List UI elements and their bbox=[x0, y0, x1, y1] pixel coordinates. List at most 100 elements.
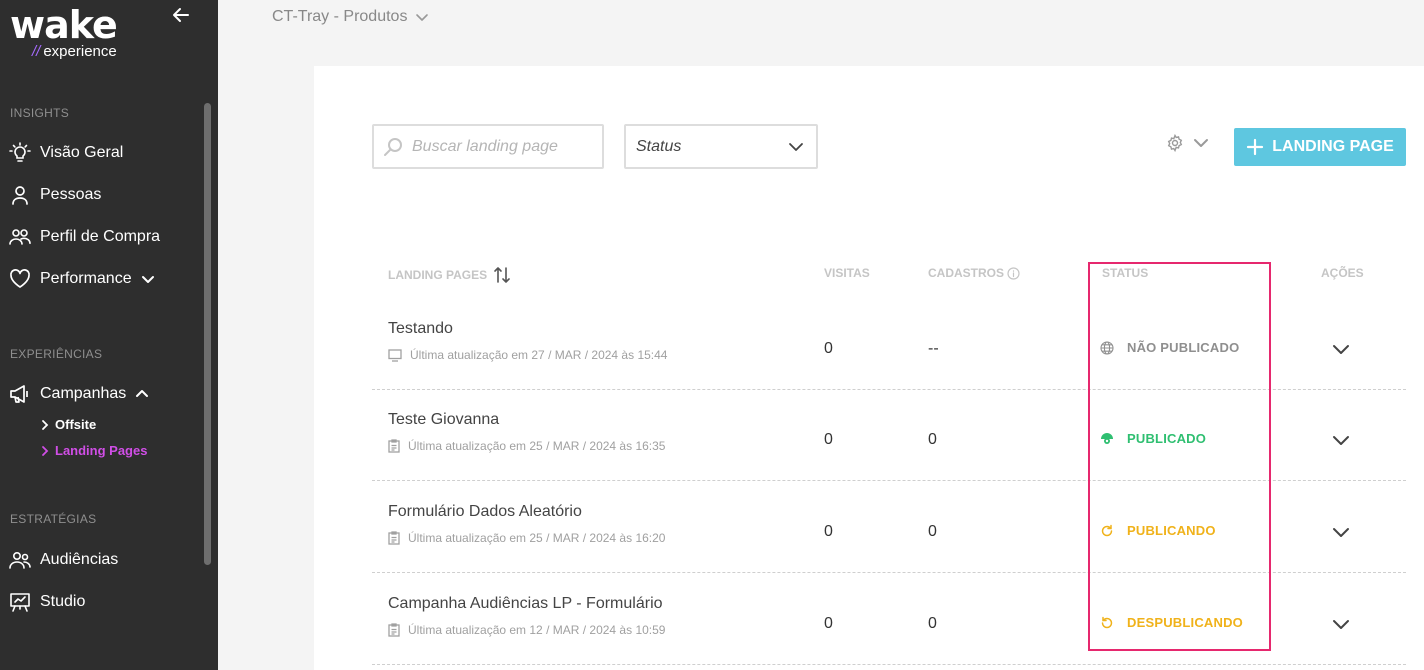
column-header-label: STATUS bbox=[1102, 266, 1149, 280]
gear-icon bbox=[1167, 134, 1183, 152]
sidebar-item-studio[interactable]: Studio bbox=[9, 589, 85, 615]
logo-subtitle-text: experience bbox=[43, 43, 117, 60]
status-text: DESPUBLICANDO bbox=[1127, 615, 1243, 630]
last-updated: Última atualização em 12 / MAR / 2024 às… bbox=[388, 623, 665, 637]
sidebar-item-visao-geral[interactable]: Visão Geral bbox=[9, 140, 123, 166]
info-icon[interactable] bbox=[1007, 266, 1020, 280]
settings-dropdown[interactable] bbox=[1166, 134, 1218, 152]
column-header-label: CADASTROS bbox=[928, 266, 1005, 280]
presentation-icon bbox=[9, 591, 31, 613]
status-badge: DESPUBLICANDO bbox=[1100, 615, 1243, 630]
landing-page-name[interactable]: Testando bbox=[388, 320, 453, 338]
sidebar-subitem-offsite[interactable]: Offsite bbox=[40, 417, 96, 432]
sidebar-item-audiencias[interactable]: Audiências bbox=[9, 547, 118, 573]
visits-value: 0 bbox=[824, 615, 833, 632]
signups-value: -- bbox=[928, 340, 939, 357]
landing-page-name[interactable]: Formulário Dados Aleatório bbox=[388, 503, 582, 521]
signups-value: 0 bbox=[928, 615, 937, 632]
sidebar-item-campanhas[interactable]: Campanhas bbox=[9, 381, 150, 407]
sidebar-subitem-label: Offsite bbox=[55, 417, 97, 432]
heart-icon bbox=[9, 268, 31, 290]
column-header-cadastros: CADASTROS bbox=[928, 266, 1020, 280]
megaphone-icon bbox=[9, 383, 31, 405]
landing-page-name[interactable]: Teste Giovanna bbox=[388, 411, 499, 429]
form-icon bbox=[388, 531, 400, 545]
plus-icon bbox=[1247, 138, 1264, 156]
sidebar-item-performance[interactable]: Performance bbox=[9, 266, 156, 292]
visits-value: 0 bbox=[824, 340, 833, 357]
expand-row-button[interactable] bbox=[1330, 521, 1352, 543]
column-header-acoes: AÇÕES bbox=[1321, 266, 1364, 280]
visits-value: 0 bbox=[824, 431, 833, 448]
last-updated-text: Última atualização em 25 / MAR / 2024 às… bbox=[408, 531, 666, 545]
sidebar-item-label: Studio bbox=[40, 593, 86, 610]
section-title-estrategias: ESTRATÉGIAS bbox=[10, 512, 97, 526]
chevron-up-icon bbox=[136, 390, 149, 397]
project-selector[interactable]: CT-Tray - Produtos bbox=[272, 8, 429, 26]
people-icon bbox=[9, 226, 31, 248]
table-row[interactable]: Formulário Dados Aleatório Última atuali… bbox=[372, 481, 1406, 573]
sidebar-scrollbar[interactable] bbox=[204, 103, 211, 565]
chevron-down-icon bbox=[141, 276, 154, 283]
refresh-icon bbox=[1101, 524, 1113, 536]
search-input[interactable] bbox=[412, 137, 602, 156]
add-button-label: LANDING PAGE bbox=[1272, 138, 1394, 155]
logo-text: wake bbox=[10, 3, 118, 47]
last-updated: Última atualização em 27 / MAR / 2024 às… bbox=[388, 348, 667, 362]
expand-row-button[interactable] bbox=[1330, 338, 1352, 360]
signups-value: 0 bbox=[928, 431, 937, 448]
arrow-left-icon bbox=[173, 8, 189, 22]
landing-page-name[interactable]: Campanha Audiências LP - Formulário bbox=[388, 595, 663, 613]
sidebar-item-pessoas[interactable]: Pessoas bbox=[9, 182, 101, 208]
status-badge: NÃO PUBLICADO bbox=[1100, 340, 1239, 355]
column-header-landing-pages[interactable]: LANDING PAGES bbox=[388, 266, 511, 284]
sidebar-item-perfil-de-compra[interactable]: Perfil de Compra bbox=[9, 224, 160, 250]
expand-row-button[interactable] bbox=[1330, 429, 1352, 451]
landing-pages-panel: Status LANDING PAGE LANDING PAGES VISITA… bbox=[314, 66, 1424, 670]
monitor-icon bbox=[388, 348, 402, 362]
audience-icon bbox=[9, 549, 31, 571]
last-updated: Última atualização em 25 / MAR / 2024 às… bbox=[388, 531, 665, 545]
sidebar-item-label: Pessoas bbox=[40, 186, 102, 203]
chevron-down-icon bbox=[416, 14, 429, 21]
add-landing-page-button[interactable]: LANDING PAGE bbox=[1234, 128, 1406, 166]
section-title-experiencias: EXPERIÊNCIAS bbox=[10, 347, 103, 361]
column-header-label: VISITAS bbox=[824, 266, 870, 280]
logo-subtitle: //experience bbox=[32, 43, 117, 60]
wake-logo[interactable]: wake //experience bbox=[10, 6, 140, 64]
last-updated-text: Última atualização em 27 / MAR / 2024 às… bbox=[410, 348, 668, 362]
sidebar-item-label: Visão Geral bbox=[40, 144, 124, 161]
globe-icon bbox=[1100, 340, 1114, 355]
table-row[interactable]: Teste Giovanna Última atualização em 25 … bbox=[372, 389, 1406, 481]
chevron-right-icon bbox=[42, 445, 49, 456]
section-title-insights: INSIGHTS bbox=[10, 106, 70, 120]
collapse-sidebar-button[interactable] bbox=[170, 4, 192, 26]
chevron-down-icon bbox=[1194, 139, 1208, 147]
sidebar-item-label: Performance bbox=[40, 270, 132, 287]
table-row[interactable]: Testando Última atualização em 27 / MAR … bbox=[372, 298, 1406, 390]
status-filter-dropdown[interactable]: Status bbox=[624, 124, 818, 169]
sidebar-item-label: Campanhas bbox=[40, 385, 127, 402]
undo-icon bbox=[1101, 616, 1113, 628]
status-text: PUBLICANDO bbox=[1127, 523, 1216, 538]
form-icon bbox=[388, 439, 400, 453]
search-box[interactable] bbox=[372, 124, 604, 169]
expand-row-button[interactable] bbox=[1330, 613, 1352, 635]
lightbulb-icon bbox=[9, 142, 31, 164]
table-row[interactable]: Campanha Audiências LP - Formulário Últi… bbox=[372, 573, 1406, 665]
sidebar-subitem-landing-pages[interactable]: Landing Pages bbox=[40, 443, 147, 458]
sidebar: wake //experience INSIGHTS Visão Geral P… bbox=[0, 0, 218, 670]
form-icon bbox=[388, 623, 400, 637]
breadcrumb-label: CT-Tray - Produtos bbox=[272, 8, 408, 25]
logo-slashes: // bbox=[32, 43, 41, 60]
column-header-status: STATUS bbox=[1102, 266, 1148, 280]
signups-value: 0 bbox=[928, 523, 937, 540]
status-text: NÃO PUBLICADO bbox=[1127, 340, 1240, 355]
search-icon bbox=[384, 137, 402, 156]
published-globe-icon bbox=[1101, 432, 1113, 444]
visits-value: 0 bbox=[824, 523, 833, 540]
sort-icon bbox=[494, 267, 510, 283]
status-text: PUBLICADO bbox=[1127, 431, 1207, 446]
column-header-label: AÇÕES bbox=[1321, 266, 1364, 280]
column-header-visitas: VISITAS bbox=[824, 266, 870, 280]
